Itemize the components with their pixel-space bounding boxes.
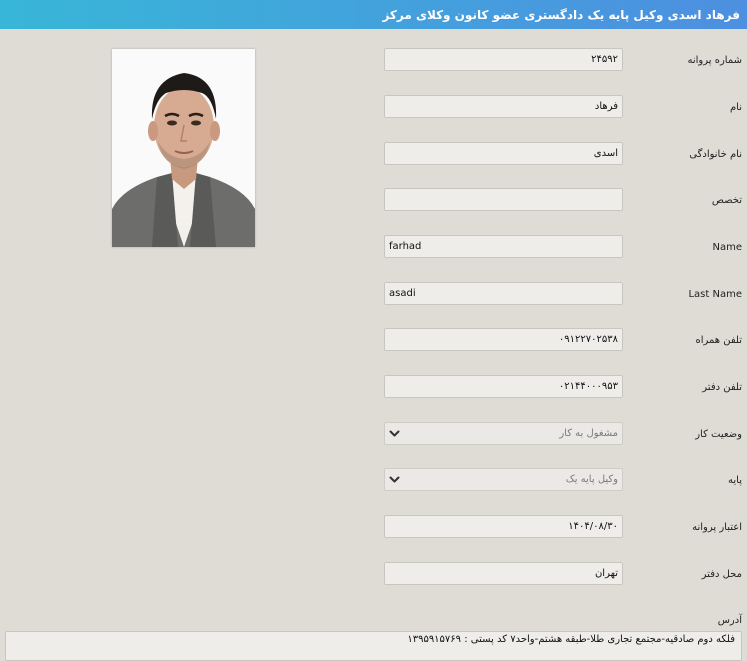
row-first-name: نام [0, 95, 747, 119]
specialty-label: تخصص [711, 194, 742, 206]
page-title: فرهاد اسدی وکیل پایه یک دادگستری عضو کان… [382, 7, 740, 22]
office-phone-field[interactable] [384, 375, 623, 398]
office-location-label: محل دفتر [701, 568, 742, 580]
row-last-name-en: Last Name [0, 282, 747, 306]
office-phone-label: تلفن دفتر [702, 381, 742, 393]
work-status-value: مشغول به کار [559, 428, 618, 439]
work-status-label: وضعیت کار [695, 428, 742, 440]
license-number-field[interactable] [384, 48, 623, 71]
license-validity-label: اعتبار پروانه [692, 521, 742, 533]
row-office-location: محل دفتر [0, 562, 747, 586]
work-status-select[interactable]: مشغول به کار [384, 422, 623, 445]
grade-value: وکیل پایه یک [565, 474, 618, 485]
address-field[interactable]: فلکه دوم صادقیه-مجتمع تجاری طلا-طبقه هشت… [5, 631, 742, 661]
mobile-label: تلفن همراه [695, 334, 742, 346]
name-en-field[interactable] [384, 235, 623, 258]
first-name-label: نام [729, 101, 742, 113]
chevron-down-icon [389, 430, 400, 437]
row-mobile: تلفن همراه [0, 328, 747, 352]
row-office-phone: تلفن دفتر [0, 375, 747, 399]
row-address: آدرس [0, 611, 747, 629]
last-name-label: نام خانوادگی [689, 148, 742, 160]
address-label: آدرس [717, 614, 742, 626]
name-en-label: Name [712, 241, 742, 253]
mobile-field[interactable] [384, 328, 623, 351]
specialty-field[interactable] [384, 188, 623, 211]
last-name-en-label: Last Name [688, 288, 742, 300]
last-name-field[interactable] [384, 142, 623, 165]
grade-label: پایه [728, 474, 742, 486]
chevron-down-icon [389, 476, 400, 483]
license-validity-field[interactable] [384, 515, 623, 538]
row-grade: پایه وکیل پایه یک [0, 468, 747, 492]
page-header: فرهاد اسدی وکیل پایه یک دادگستری عضو کان… [0, 0, 747, 29]
row-name-en: Name [0, 235, 747, 259]
row-license-number: شماره پروانه [0, 48, 747, 72]
row-license-validity: اعتبار پروانه [0, 515, 747, 539]
row-specialty: تخصص [0, 188, 747, 212]
first-name-field[interactable] [384, 95, 623, 118]
last-name-en-field[interactable] [384, 282, 623, 305]
grade-select[interactable]: وکیل پایه یک [384, 468, 623, 491]
row-work-status: وضعیت کار مشغول به کار [0, 422, 747, 446]
row-last-name: نام خانوادگی [0, 142, 747, 166]
office-location-field[interactable] [384, 562, 623, 585]
license-number-label: شماره پروانه [687, 54, 742, 66]
